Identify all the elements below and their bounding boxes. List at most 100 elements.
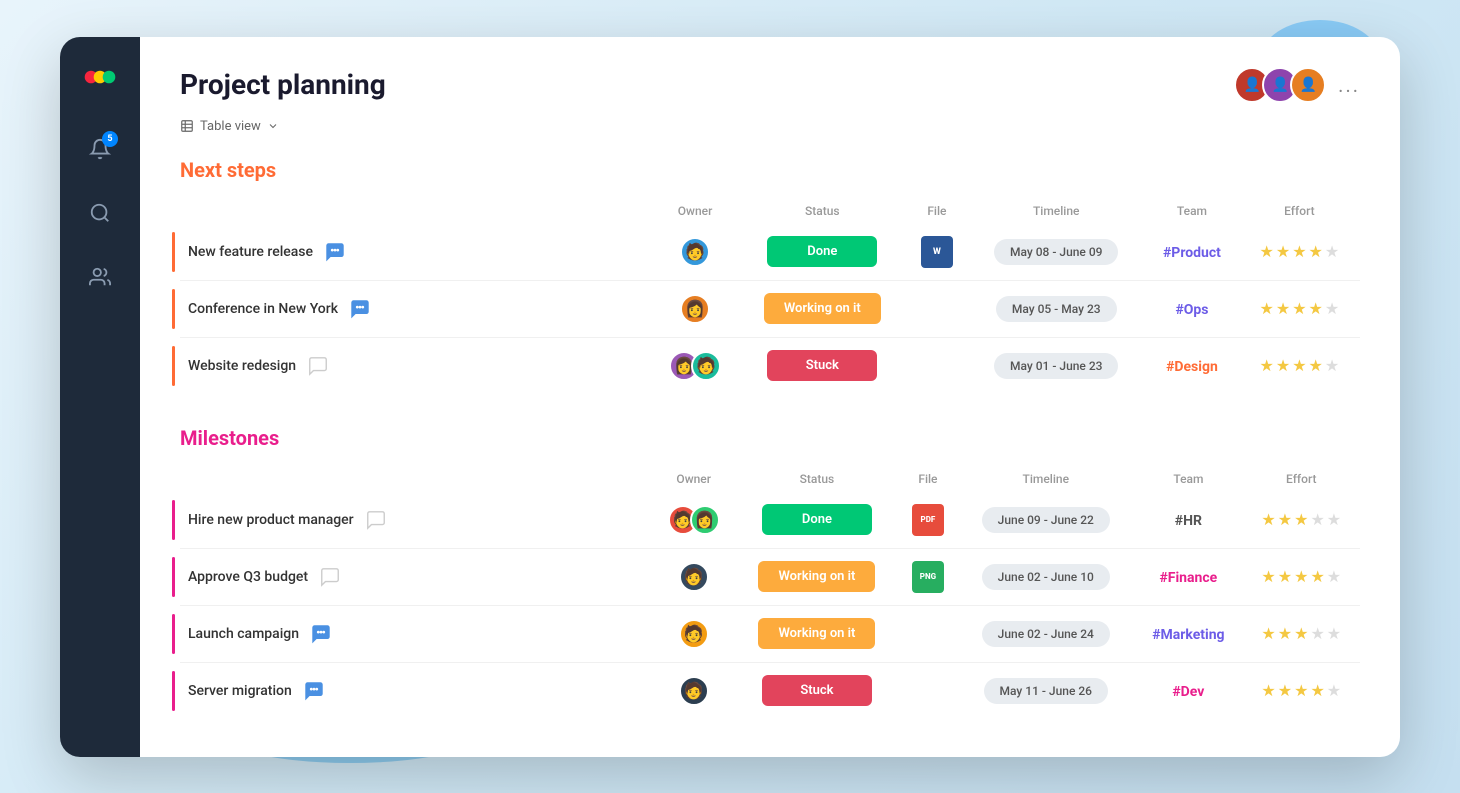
chat-icon[interactable] — [307, 620, 335, 648]
file-pdf-icon[interactable]: PDF — [912, 504, 944, 536]
timeline-badge: May 11 - June 26 — [984, 678, 1109, 704]
logo-icon[interactable] — [80, 57, 120, 97]
effort-cell: ★ ★ ★ ★ ★ — [1243, 605, 1360, 662]
file-cell: PNG — [898, 548, 957, 605]
file-cell: PDF — [898, 492, 957, 549]
status-cell[interactable]: Working on it — [735, 548, 898, 605]
timeline-cell: May 01 - June 23 — [967, 337, 1145, 394]
chat-icon[interactable] — [346, 295, 374, 323]
timeline-badge: May 08 - June 09 — [994, 239, 1119, 265]
chat-icon[interactable] — [300, 677, 328, 705]
status-badge[interactable]: Working on it — [758, 618, 875, 649]
chat-icon[interactable] — [304, 352, 332, 380]
owner-avatar: 👩 — [690, 505, 720, 535]
table-row: Server migration — [180, 662, 1360, 719]
section-milestones: Milestones Owner Status File Timeline Te… — [180, 426, 1360, 719]
notification-badge: 5 — [102, 131, 118, 147]
file-png-icon[interactable]: PNG — [912, 561, 944, 593]
row-name-cell: Approve Q3 budget — [180, 548, 652, 605]
team-tag: #Dev — [1172, 684, 1204, 700]
people-icon[interactable] — [80, 257, 120, 297]
status-cell[interactable]: Working on it — [738, 280, 906, 337]
status-cell[interactable]: Done — [738, 224, 906, 281]
status-badge[interactable]: Done — [762, 504, 872, 535]
star: ★ — [1278, 681, 1292, 700]
star: ★ — [1327, 510, 1341, 529]
team-cell: #Design — [1145, 337, 1239, 394]
chat-bubble-icon — [307, 355, 329, 377]
notifications-icon[interactable]: 5 — [80, 129, 120, 169]
star: ★ — [1276, 299, 1290, 318]
star: ★ — [1310, 624, 1324, 643]
chat-icon[interactable] — [362, 506, 390, 534]
chat-bubble-icon — [365, 509, 387, 531]
search-icon[interactable] — [80, 193, 120, 233]
star: ★ — [1261, 567, 1275, 586]
row-name-cell: New feature release — [180, 224, 652, 281]
team-tag: #Product — [1163, 245, 1221, 261]
file-cell — [907, 280, 968, 337]
owner-avatar: 🧑 — [679, 562, 709, 592]
col-header-team: Team — [1145, 198, 1239, 224]
row-name: Hire new product manager — [180, 492, 652, 548]
col-header-owner: Owner — [652, 198, 738, 224]
table-row: Hire new product manager 🧑 — [180, 492, 1360, 549]
row-accent — [172, 614, 175, 654]
table-view-button[interactable]: Table view — [180, 119, 1360, 134]
star: ★ — [1260, 242, 1274, 261]
col-header-timeline: Timeline — [967, 198, 1145, 224]
chat-bubble-icon — [319, 566, 341, 588]
milestones-table: Owner Status File Timeline Team Effort — [180, 466, 1360, 719]
stars-rating: ★ ★ ★ ★ ★ — [1261, 624, 1341, 643]
status-badge[interactable]: Stuck — [767, 350, 877, 381]
star: ★ — [1278, 567, 1292, 586]
star: ★ — [1294, 624, 1308, 643]
effort-cell: ★ ★ ★ ★ ★ — [1239, 337, 1360, 394]
chat-bubble-icon — [349, 298, 371, 320]
table-row: Approve Q3 budget 🧑 — [180, 548, 1360, 605]
star: ★ — [1261, 624, 1275, 643]
more-options-button[interactable]: ... — [1338, 73, 1360, 97]
status-cell[interactable]: Done — [735, 492, 898, 549]
timeline-cell: June 02 - June 24 — [957, 605, 1134, 662]
star: ★ — [1294, 567, 1308, 586]
row-text: Website redesign — [188, 358, 296, 374]
timeline-badge: June 02 - June 24 — [982, 621, 1110, 647]
status-badge[interactable]: Working on it — [758, 561, 875, 592]
chat-icon[interactable] — [316, 563, 344, 591]
col-header-file: File — [898, 466, 957, 492]
status-badge[interactable]: Working on it — [764, 293, 881, 324]
status-badge[interactable]: Stuck — [762, 675, 872, 706]
star: ★ — [1327, 681, 1341, 700]
status-cell[interactable]: Stuck — [735, 662, 898, 719]
star: ★ — [1260, 356, 1274, 375]
star: ★ — [1327, 624, 1341, 643]
owner-avatar: 🧑 — [679, 676, 709, 706]
owner-cell: 🧑 — [652, 224, 738, 281]
status-badge[interactable]: Done — [767, 236, 877, 267]
header-right: 👤 👤 👤 ... — [1234, 67, 1360, 103]
col-header-timeline: Timeline — [957, 466, 1134, 492]
row-accent — [172, 232, 175, 272]
star: ★ — [1261, 510, 1275, 529]
status-cell[interactable]: Working on it — [735, 605, 898, 662]
status-cell[interactable]: Stuck — [738, 337, 906, 394]
owner-cell: 🧑 — [652, 605, 735, 662]
avatar: 👤 — [1290, 67, 1326, 103]
owner-avatar: 🧑 — [680, 237, 710, 267]
row-text: Conference in New York — [188, 301, 338, 317]
team-tag: #Design — [1166, 359, 1218, 375]
row-accent — [172, 671, 175, 711]
file-cell — [898, 662, 957, 719]
row-name-cell: Server migration — [180, 662, 652, 719]
file-word-icon[interactable]: W — [921, 236, 953, 268]
row-accent — [172, 500, 175, 540]
file-cell: W — [907, 224, 968, 281]
star: ★ — [1325, 356, 1339, 375]
owner-cell: 🧑 👩 — [652, 492, 735, 549]
sidebar: 5 — [60, 37, 140, 757]
row-accent — [172, 289, 175, 329]
chat-icon[interactable] — [321, 238, 349, 266]
page-header: Project planning 👤 👤 👤 ... — [180, 67, 1360, 103]
table-row: Website redesign 👩 — [180, 337, 1360, 394]
